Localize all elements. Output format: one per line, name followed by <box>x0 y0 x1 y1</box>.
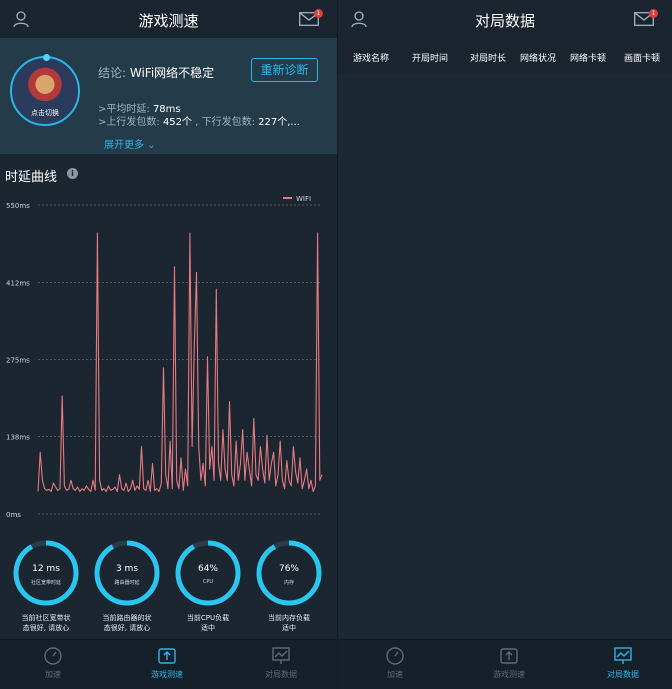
diagnosis-card: 点击切换 结论: WiFi网络不稳定 重新诊断 >平均时延: 78ms >上行发… <box>0 38 337 154</box>
nav-label: 游戏测速 <box>151 670 183 679</box>
avatar-dot <box>43 54 50 61</box>
gauge-sub: CPU <box>202 579 214 585</box>
gauge-community: 12 ms 社区宽带时延 <box>11 538 81 608</box>
packets-stat: >上行发包数: 452个 , 下行发包数: 227个,... <box>98 113 300 128</box>
legend-label: WIFI <box>296 195 311 203</box>
page-title: 游戏测速 <box>138 12 199 30</box>
gauge-memory: 76% 内存 <box>254 538 324 608</box>
gauge-desc-line: 当前社区宽带状 <box>21 614 71 622</box>
rediagnose-button[interactable]: 重新诊断 <box>251 58 318 82</box>
gauge-value: 3 ms <box>115 564 139 574</box>
gauge-desc: 当前社区宽带状 态很好, 请放心 <box>11 613 81 633</box>
column-header: 对局时长 <box>470 54 507 64</box>
avatar-switch-label: 点击切换 <box>31 109 59 117</box>
info-icon[interactable]: i <box>67 168 78 179</box>
latency-chart: 0ms 138ms 275ms 412ms 550ms WIFI <box>6 195 323 519</box>
gauge-router: 3 ms 路由器时延 <box>92 538 162 608</box>
nav-accelerate[interactable]: 加速 <box>13 646 93 680</box>
avatar[interactable]: 点击切换 <box>10 54 80 126</box>
chevron-down-icon: ⌄ <box>147 140 156 151</box>
column-header: 游戏名称 <box>353 54 390 64</box>
gauge-desc-line: 当前内存负载 <box>268 614 310 622</box>
gauge-desc-line: 适中 <box>201 624 215 632</box>
latency-section-title: 时延曲线 <box>5 170 58 185</box>
nav-label: 加速 <box>45 670 61 679</box>
y-tick-label: 412ms <box>6 280 30 288</box>
chart-board-icon <box>272 647 290 664</box>
conclusion-key: 结论: <box>98 66 127 80</box>
gauge-desc: 当前路由器的状 态很好, 请放心 <box>92 613 162 633</box>
nav-label: 游戏测速 <box>493 670 525 679</box>
conclusion-value: WiFi网络不稳定 <box>129 66 215 80</box>
gauge-desc-line: 当前路由器的状 <box>102 614 152 622</box>
column-header: 网络卡顿 <box>570 54 607 64</box>
nav-label: 对局数据 <box>607 670 639 679</box>
y-tick-label: 138ms <box>6 433 30 441</box>
gauge-desc-line: 适中 <box>282 624 296 632</box>
gauge-value: 64% <box>197 564 218 574</box>
speedometer-icon <box>44 647 62 665</box>
bottom-nav: 加速 游戏测速 对局数据 <box>338 639 672 689</box>
gauge-desc-line: 态很好, 请放心 <box>103 624 151 632</box>
mail-badge: 1 <box>649 9 658 18</box>
nav-match-data[interactable]: 对局数据 <box>241 646 321 680</box>
match-data-panel: 对局数据 1 游戏名称 开局时间 对局时长 网络状况 网络卡顿 画面卡顿 加速 … <box>337 0 672 689</box>
gauge-sub: 内存 <box>283 580 294 586</box>
conclusion: 结论: WiFi网络不稳定 <box>98 64 214 81</box>
nav-accelerate[interactable]: 加速 <box>355 646 435 680</box>
nav-label: 对局数据 <box>265 670 297 679</box>
gauge-desc-line: 态很好, 请放心 <box>22 624 70 632</box>
speedometer-icon <box>386 647 404 665</box>
nav-match-data[interactable]: 对局数据 <box>583 646 663 680</box>
nav-speed-test[interactable]: 游戏测速 <box>127 646 207 680</box>
down-packets-label: , 下行发包数: <box>195 117 255 128</box>
mail-badge: 1 <box>314 9 323 18</box>
table-header: 游戏名称 开局时间 对局时长 网络状况 网络卡顿 画面卡顿 <box>338 38 672 74</box>
gauge-desc-line: 当前CPU负载 <box>186 614 230 622</box>
page-title: 对局数据 <box>474 12 535 30</box>
nav-speed-test[interactable]: 游戏测速 <box>469 646 549 680</box>
expand-more-link[interactable]: 展开更多 ⌄ <box>104 136 156 151</box>
speed-test-panel: 游戏测速 1 点击切换 结论: WiFi网络不稳定 重新诊断 >平均时延: 78… <box>0 0 337 689</box>
gauge-desc: 当前CPU负载 适中 <box>173 613 243 633</box>
y-tick-label: 550ms <box>6 202 30 210</box>
bottom-nav: 加速 游戏测速 对局数据 <box>0 639 337 689</box>
gauge-sub: 社区宽带时延 <box>30 580 61 586</box>
y-tick-label: 0ms <box>6 511 21 519</box>
gauge-value: 12 ms <box>32 564 60 574</box>
series-line-wifi <box>37 232 323 493</box>
up-packets-value: 452个 <box>162 117 193 128</box>
column-header: 网络状况 <box>520 54 557 64</box>
column-header: 画面卡顿 <box>624 54 661 64</box>
chart-board-icon <box>614 647 632 664</box>
nav-label: 加速 <box>387 670 403 679</box>
expand-more-label: 展开更多 <box>104 140 144 151</box>
gauge-value: 76% <box>278 564 299 574</box>
column-header: 开局时间 <box>412 54 449 64</box>
top-bar: 游戏测速 1 <box>0 0 337 38</box>
gauge-sub: 路由器时延 <box>114 580 140 586</box>
speed-test-icon <box>158 648 176 664</box>
y-tick-label: 275ms <box>6 357 30 365</box>
top-bar: 对局数据 1 <box>338 0 672 38</box>
down-packets-value: 227个,... <box>258 117 300 128</box>
up-packets-label: >上行发包数: <box>98 117 160 128</box>
gauge-desc: 当前内存负载 适中 <box>254 613 324 633</box>
speed-test-icon <box>500 648 518 664</box>
gauge-cpu: 64% CPU <box>173 538 243 608</box>
